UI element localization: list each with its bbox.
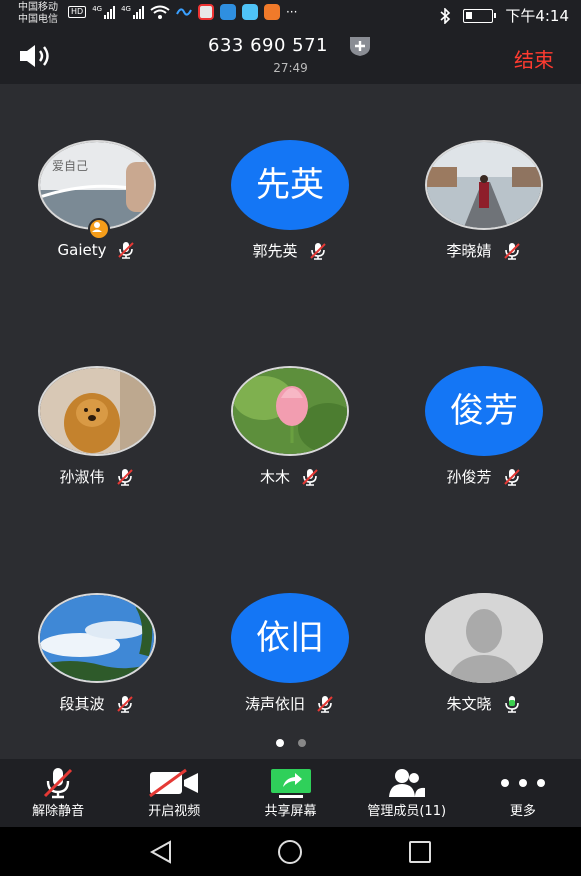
status-bar: 中国移动 中国电信 HD 4G 4G ··· 下午4:14 [0,0,581,30]
status-right: 下午4:14 [439,5,569,26]
avatar [425,140,543,230]
participant-tile[interactable]: 木木 [193,366,387,506]
participant-name-row: 朱文晓 [387,693,581,714]
participant-name: Gaiety [57,241,107,259]
participant-tile[interactable]: 段其波 [0,593,194,733]
avatar: 爱自己 [38,140,156,230]
weibo-app-icon [197,4,214,20]
avatar [38,593,156,683]
start-video-label: 开启视频 [148,804,201,819]
video-off-icon [149,768,199,798]
participant-tile[interactable]: 孙淑伟 [0,366,194,506]
app-icon-blue [219,4,236,20]
participant-name-row: 木木 [193,466,387,487]
participant-name-row: 孙淑伟 [0,466,194,487]
share-screen-button[interactable]: 共享屏幕 [232,759,348,827]
carrier-2: 中国电信 [18,14,58,25]
participant-tile[interactable]: 依旧 涛声依旧 [193,593,387,733]
participant-name: 李晓婧 [446,242,492,260]
participant-name: 郭先英 [252,242,298,260]
participant-name-row: 孙俊芳 [387,466,581,487]
avatar: 先英 [231,140,349,230]
manage-members-label: 管理成员(11) [367,804,447,819]
battery-icon [463,8,497,23]
bluetooth-icon [440,7,451,24]
end-meeting-button[interactable]: 结束 [514,44,554,73]
home-icon[interactable] [277,839,303,865]
more-notifications: ··· [285,5,298,19]
participant-name: 涛声依旧 [244,695,305,713]
call-header: 633 690 571 27:49 结束 [0,30,581,84]
avatar [231,366,349,456]
status-icons: HD 4G 4G ··· [68,4,297,20]
carrier-1: 中国移动 [18,2,58,13]
share-screen-label: 共享屏幕 [264,804,317,819]
page-dot-2[interactable] [297,739,306,747]
meeting-toolbar: 解除静音 开启视频 共享屏幕 管理成员(11) 更多 [0,759,581,827]
hd-badge: HD [68,6,87,18]
call-timer: 27:49 [273,61,308,75]
mic-muted-icon [317,695,333,713]
signal-icon-2 [132,5,144,19]
more-dots-icon [500,779,545,787]
mic-muted-icon [309,242,326,260]
meeting-id: 633 690 571 [208,35,329,56]
participant-tile[interactable]: 俊芳 孙俊芳 [387,366,581,506]
participant-name-row: Gaiety [0,240,194,260]
message-app-icon [241,4,258,20]
mic-muted-icon [302,468,318,486]
members-icon [388,769,425,797]
participant-name-row: 涛声依旧 [193,693,387,714]
avatar: 依旧 [231,593,349,683]
participant-name: 木木 [259,468,290,486]
wifi-icon [150,5,170,19]
participant-tile[interactable]: 李晓婧 [387,140,581,280]
video-app-icon [263,4,280,20]
participants-grid: 爱自己 Gaiety 先英 郭先英 李晓婧 孙淑伟 木木 俊芳 孙俊芳 段其波 … [0,84,581,759]
default-avatar-icon [425,593,543,683]
svg-text:爱自己: 爱自己 [52,159,88,173]
network-4g-2: 4G [121,5,131,13]
participant-tile[interactable]: 朱文晓 [387,593,581,733]
page-dot-1[interactable] [275,739,284,747]
avatar: 俊芳 [425,366,543,456]
meeting-screen: 中国移动 中国电信 HD 4G 4G ··· 下午4:14 633 690 57… [0,0,581,876]
clock: 下午4:14 [505,7,569,25]
network-4g-1: 4G [92,5,103,13]
security-shield-icon[interactable] [348,35,372,57]
carrier-info: 中国移动 中国电信 [18,2,58,26]
unmute-button[interactable]: 解除静音 [0,759,116,827]
mic-muted-icon [503,242,520,260]
mic-muted-icon [44,768,73,799]
signal-icon-1 [104,5,116,19]
participant-name-row: 郭先英 [193,240,387,261]
participant-name: 段其波 [59,695,105,713]
back-icon[interactable] [148,839,174,865]
page-indicator [0,739,581,747]
participant-name-row: 段其波 [0,693,194,714]
participant-name: 朱文晓 [446,695,492,713]
participant-name: 孙淑伟 [59,468,105,486]
participant-name-row: 李晓婧 [387,240,581,261]
host-badge-icon [88,218,110,240]
unmute-label: 解除静音 [32,804,85,819]
mic-muted-icon [503,468,520,486]
avatar [38,366,156,456]
more-label: 更多 [509,804,536,819]
mic-muted-icon [116,695,133,713]
more-button[interactable]: 更多 [465,759,581,827]
mic-muted-icon [118,242,135,259]
recents-icon[interactable] [407,839,433,865]
app-wave-icon [176,8,192,16]
share-screen-icon [270,769,311,798]
android-nav-bar [0,827,581,876]
participant-name: 孙俊芳 [446,468,492,486]
manage-members-button[interactable]: 管理成员(11) [349,759,465,827]
mic-muted-icon [116,468,133,486]
mic-active-icon [504,695,519,713]
participant-tile[interactable]: 先英 郭先英 [193,140,387,280]
start-video-button[interactable]: 开启视频 [116,759,232,827]
participant-tile[interactable]: 爱自己 Gaiety [0,140,194,280]
